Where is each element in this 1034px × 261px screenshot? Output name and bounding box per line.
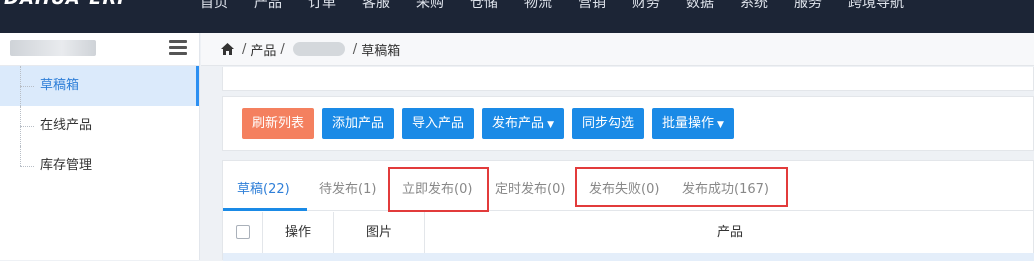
- sidebar-item-drafts[interactable]: 草稿箱: [0, 66, 199, 106]
- caret-down-icon: ▼: [547, 120, 554, 130]
- sync-selected-button[interactable]: 同步勾选: [571, 108, 644, 139]
- batch-operations-dropdown[interactable]: 批量操作 ▼: [652, 108, 734, 139]
- publish-product-label: 发布产品: [492, 116, 545, 131]
- tree-branch: [20, 166, 34, 167]
- sidebar-item-label: 在线产品: [40, 118, 93, 133]
- breadcrumb-separator: /: [242, 41, 247, 57]
- nav-item-data[interactable]: 数据: [686, 0, 740, 12]
- nav-item-orders[interactable]: 订单: [308, 0, 362, 12]
- nav-item-system[interactable]: 系统: [740, 0, 794, 12]
- tab-drafts[interactable]: 草稿(22): [237, 178, 290, 197]
- sidebar: 草稿箱 在线产品 库存管理: [0, 33, 200, 260]
- breadcrumb: / 产品 / / 草稿箱: [201, 33, 1034, 66]
- active-tab-indicator: [223, 208, 307, 211]
- tree-branch: [20, 86, 34, 87]
- batch-operations-label: 批量操作: [662, 116, 715, 131]
- nav-item-logistics[interactable]: 物流: [524, 0, 578, 12]
- breadcrumb-redacted[interactable]: [292, 42, 345, 56]
- tab-scheduled[interactable]: 定时发布(0): [495, 178, 565, 197]
- filter-panel: [222, 67, 1034, 91]
- select-all-cell: [223, 212, 263, 253]
- refresh-list-button[interactable]: 刷新列表: [242, 108, 315, 139]
- breadcrumb-current: 草稿箱: [361, 43, 401, 59]
- toolbar: 刷新列表 添加产品 导入产品 发布产品 ▼ 同步勾选 批量操作 ▼: [242, 108, 734, 139]
- tree-line: [20, 146, 21, 166]
- sidebar-item-inventory[interactable]: 库存管理: [0, 146, 199, 186]
- sidebar-item-label: 库存管理: [40, 158, 93, 173]
- nav-item-customer-service[interactable]: 客服: [362, 0, 416, 12]
- breadcrumb-products[interactable]: 产品: [250, 40, 276, 59]
- nav-item-products[interactable]: 产品: [254, 0, 308, 12]
- sidebar-header: [0, 33, 199, 66]
- nav-item-purchasing[interactable]: 采购: [416, 0, 470, 12]
- sidebar-item-label: 草稿箱: [40, 78, 80, 93]
- tab-pending[interactable]: 待发布(1): [319, 178, 376, 197]
- app-logo[interactable]: DAHUA-ERP: [4, 0, 132, 9]
- main-nav: 首页 产品 订单 客服 采购 仓储 物流 营销 财务 数据 系统 服务 跨境导航: [200, 0, 938, 12]
- product-list-panel: 草稿(22) 待发布(1) 立即发布(0) 定时发布(0) 发布失败(0) 发布…: [222, 160, 1034, 261]
- nav-item-crossborder[interactable]: 跨境导航: [848, 0, 938, 12]
- home-icon[interactable]: [221, 43, 234, 55]
- nav-item-marketing[interactable]: 营销: [578, 0, 632, 12]
- nav-item-service[interactable]: 服务: [794, 0, 848, 12]
- breadcrumb-separator: /: [280, 41, 285, 57]
- menu-toggle-icon[interactable]: [169, 40, 187, 56]
- column-header-image: 图片: [334, 212, 425, 253]
- column-header-actions: 操作: [263, 212, 334, 253]
- breadcrumb-separator: /: [352, 41, 358, 57]
- store-name-redacted: [10, 40, 96, 56]
- annotation-box: [388, 167, 489, 212]
- add-product-button[interactable]: 添加产品: [322, 108, 395, 139]
- top-navbar: DAHUA-ERP 首页 产品 订单 客服 采购 仓储 物流 营销 财务 数据 …: [0, 0, 1034, 33]
- nav-item-warehouse[interactable]: 仓储: [470, 0, 524, 12]
- tree-branch: [20, 126, 34, 127]
- nav-item-finance[interactable]: 财务: [632, 0, 686, 12]
- sidebar-item-online-products[interactable]: 在线产品: [0, 106, 199, 146]
- nav-item-home[interactable]: 首页: [200, 0, 254, 12]
- import-product-button[interactable]: 导入产品: [402, 108, 475, 139]
- column-header-product: 产品: [716, 225, 743, 240]
- toolbar-panel: 刷新列表 添加产品 导入产品 发布产品 ▼ 同步勾选 批量操作 ▼: [222, 96, 1034, 151]
- table-header: 操作 图片 产品: [223, 212, 1034, 253]
- caret-down-icon: ▼: [717, 120, 724, 130]
- select-all-checkbox[interactable]: [235, 225, 250, 239]
- publish-product-dropdown[interactable]: 发布产品 ▼: [482, 108, 564, 139]
- annotation-box: [575, 167, 788, 207]
